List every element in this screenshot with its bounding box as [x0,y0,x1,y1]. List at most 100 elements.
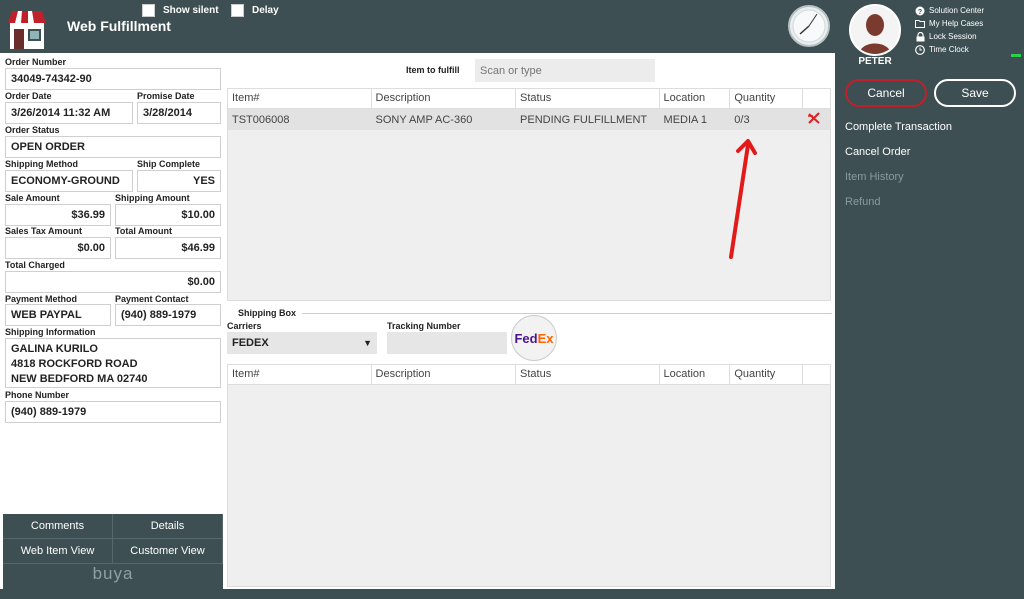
column-header[interactable]: Description [372,365,517,384]
shipping-method-label: Shipping Method [5,159,78,169]
total-charged-field[interactable]: $0.00 [5,271,221,293]
fedex-logo-ex: Ex [537,330,554,346]
payment-method-label: Payment Method [5,294,78,304]
order-number-label: Order Number [5,57,67,67]
shipping-city: NEW BEDFORD MA 02740 [11,373,148,385]
annotation-arrow-icon [729,139,757,259]
web-item-view-button[interactable]: Web Item View [3,539,113,564]
payment-contact-field[interactable]: (940) 889-1979 [115,304,221,326]
delay-label: Delay [252,5,279,16]
cell-quantity: 0/3 [734,113,750,126]
tracking-number-input[interactable] [387,332,507,354]
shipping-amount-label: Shipping Amount [115,193,190,203]
sales-tax-field[interactable]: $0.00 [5,237,111,259]
lock-session-label: Lock Session [929,32,977,41]
total-amount-field[interactable]: $46.99 [115,237,221,259]
status-indicator [1011,54,1021,57]
shipping-box-divider [302,313,832,314]
item-to-fulfill-input[interactable] [475,59,655,82]
header: Web Fulfillment Show silent Delay [0,0,835,53]
user-name: PETER [858,56,892,67]
tracking-number-label: Tracking Number [387,321,461,331]
refund-action: Refund [845,196,881,208]
my-help-cases-link[interactable]: My Help Cases [915,17,984,30]
show-silent-label: Show silent [163,5,219,16]
items-table-header: Item# Description Status Location Quanti… [228,89,830,109]
customer-view-button[interactable]: Customer View [113,539,223,564]
shipping-info-field[interactable]: GALINA KURILO 4818 ROCKFORD ROAD NEW BED… [5,338,221,388]
delete-row-button[interactable] [803,112,830,127]
column-header[interactable]: Quantity [730,89,804,108]
cancel-order-action[interactable]: Cancel Order [845,146,952,171]
checkbox-box[interactable] [142,4,155,17]
action-menu: Complete Transaction Cancel Order Item H… [845,121,952,221]
svg-text:?: ? [918,9,922,16]
clock-small-icon [915,44,925,55]
store-icon [8,11,46,49]
column-header-blank [803,365,830,384]
avatar[interactable] [849,4,901,56]
payment-contact-label: Payment Contact [115,294,189,304]
shipping-street: 4818 ROCKFORD ROAD [11,358,138,370]
shipping-method-field[interactable]: ECONOMY-GROUND [5,170,133,192]
shipping-info-label: Shipping Information [5,327,96,337]
payment-method-field[interactable]: WEB PAYPAL [5,304,111,326]
save-button[interactable]: Save [934,79,1016,107]
lock-session-link[interactable]: Lock Session [915,30,984,43]
help-circle-icon: ? [915,6,925,16]
column-header[interactable]: Status [516,365,660,384]
column-header[interactable]: Quantity [730,365,804,384]
chevron-down-icon: ▼ [363,338,372,348]
shipping-amount-field[interactable]: $10.00 [115,204,221,226]
shipping-name: GALINA KURILO [11,343,98,355]
delete-x-icon [808,112,820,124]
promise-date-label: Promise Date [137,91,195,101]
cell-location: MEDIA 1 [663,113,707,126]
show-silent-checkbox[interactable]: Show silent [142,4,219,17]
order-status-label: Order Status [5,125,60,135]
details-button[interactable]: Details [113,514,223,539]
ship-complete-field[interactable]: YES [137,170,221,192]
buya-logo: buya [92,564,134,583]
shipping-box-label: Shipping Box [236,308,298,318]
column-header[interactable]: Description [372,89,517,108]
left-button-group: Comments Details Web Item View Customer … [3,514,223,589]
order-number-field[interactable]: 34049-74342-90 [5,68,221,90]
order-status-field[interactable]: OPEN ORDER [5,136,221,158]
sales-tax-label: Sales Tax Amount [5,226,83,236]
fedex-logo-button[interactable]: Fed Ex [511,315,557,361]
user-silhouette-icon [851,6,899,54]
column-header[interactable]: Location [660,365,731,384]
total-amount-label: Total Amount [115,226,172,236]
column-header[interactable]: Location [660,89,731,108]
table-row[interactable]: TST006008 SONY AMP AC-360 PENDING FULFIL… [228,109,830,130]
solution-center-link[interactable]: ? Solution Center [915,4,984,17]
my-help-cases-label: My Help Cases [929,19,984,28]
box-table-header: Item# Description Status Location Quanti… [228,365,830,385]
time-clock-link[interactable]: Time Clock [915,43,984,56]
complete-transaction-action[interactable]: Complete Transaction [845,121,952,146]
cell-item: TST006008 [232,113,290,126]
folder-icon [915,19,925,29]
sale-amount-field[interactable]: $36.99 [5,204,111,226]
time-clock-label: Time Clock [929,45,969,54]
comments-button[interactable]: Comments [3,514,113,539]
lock-icon [915,31,925,42]
fedex-logo-fed: Fed [514,330,538,346]
column-header[interactable]: Status [516,89,660,108]
cell-description: SONY AMP AC-360 [375,113,473,126]
order-date-label: Order Date [5,91,52,101]
app-title: Web Fulfillment [67,18,171,34]
cancel-button[interactable]: Cancel [845,79,927,107]
phone-number-field[interactable]: (940) 889-1979 [5,401,221,423]
column-header[interactable]: Item# [228,89,372,108]
fulfillment-panel: Item to fulfill Item# Description Status… [226,53,835,589]
carrier-select[interactable]: FEDEX ▼ [227,332,377,354]
delay-checkbox[interactable]: Delay [231,4,279,17]
carriers-label: Carriers [227,321,262,331]
promise-date-field[interactable]: 3/28/2014 [137,102,221,124]
column-header[interactable]: Item# [228,365,372,384]
checkbox-box[interactable] [231,4,244,17]
carrier-value: FEDEX [232,337,269,349]
order-date-field[interactable]: 3/26/2014 11:32 AM [5,102,133,124]
